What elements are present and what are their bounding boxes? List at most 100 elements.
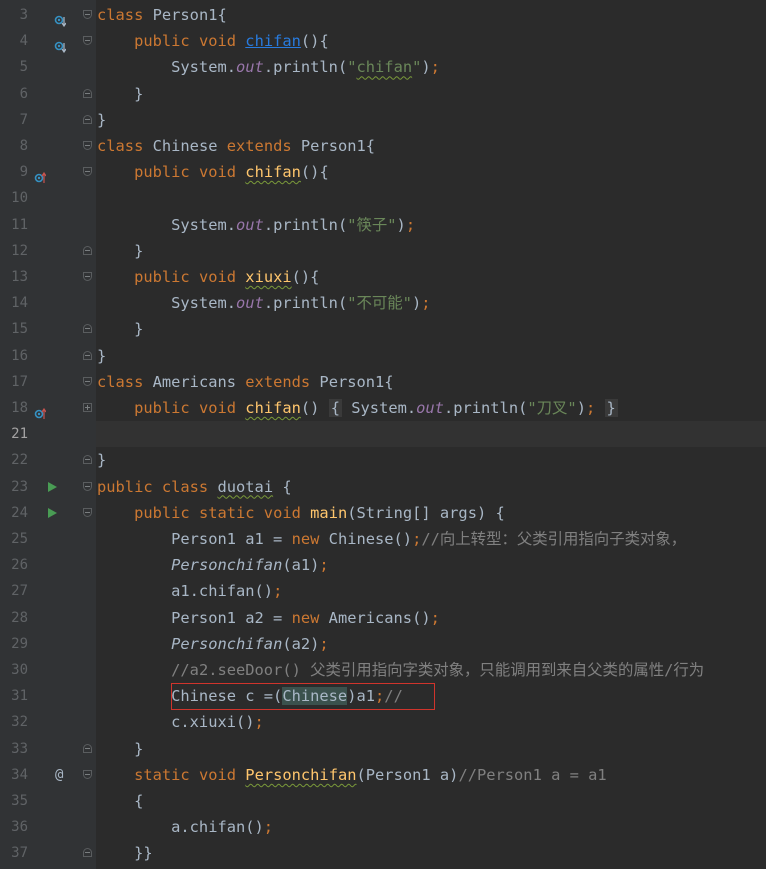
code-line[interactable]: 37 }}: [0, 840, 766, 866]
fold-icon[interactable]: [83, 10, 92, 19]
code-line[interactable]: 33 }: [0, 736, 766, 762]
code-line[interactable]: 17 class Americans extends Person1{: [0, 369, 766, 395]
fold-end-icon[interactable]: [83, 88, 92, 98]
run-icon[interactable]: [48, 481, 57, 492]
overriding-method-icon[interactable]: [34, 402, 47, 419]
fold-end-icon[interactable]: [83, 114, 92, 124]
code-area[interactable]: {: [96, 788, 766, 814]
code-line[interactable]: 30 //a2.seeDoor() 父类引用指向字类对象，只能调用到来自父类的属…: [0, 657, 766, 683]
code-line[interactable]: 6 }: [0, 81, 766, 107]
expand-fold-icon[interactable]: [83, 403, 92, 412]
code-line[interactable]: 22}: [0, 447, 766, 473]
code-area[interactable]: public class duotai {: [96, 474, 766, 500]
code-area[interactable]: [96, 185, 766, 211]
line-number: 10: [11, 190, 28, 207]
code-line[interactable]: 4 public void chifan(){: [0, 28, 766, 54]
line-number: 34: [11, 766, 28, 783]
code-area[interactable]: Personchifan(a1);: [96, 552, 766, 578]
code-area[interactable]: a1.chifan();: [96, 578, 766, 604]
fold-icon[interactable]: [83, 36, 92, 46]
code-line[interactable]: 25 Person1 a1 = new Chinese();//向上转型：父类引…: [0, 526, 766, 552]
code-line[interactable]: 23 public class duotai {: [0, 474, 766, 500]
code-line[interactable]: 27 a1.chifan();: [0, 578, 766, 604]
code-text: //a2.seeDoor() 父类引用指向字类对象，只能调用到来自父类的属性/行…: [171, 661, 705, 679]
code-area[interactable]: class Americans extends Person1{: [96, 369, 766, 395]
overridden-method-icon[interactable]: [54, 35, 67, 54]
code-area[interactable]: class Person1{: [96, 2, 766, 28]
code-line[interactable]: 3 class Person1{: [0, 2, 766, 28]
code-area[interactable]: }: [96, 736, 766, 762]
code-area[interactable]: Person1 a1 = new Chinese();//向上转型：父类引用指向…: [96, 526, 766, 552]
code-area[interactable]: static void Personchifan(Person1 a)//Per…: [96, 762, 766, 788]
code-area[interactable]: }}: [96, 840, 766, 866]
fold-end-icon[interactable]: [83, 350, 92, 360]
code-area[interactable]: Personchifan(a2);: [96, 631, 766, 657]
code-line[interactable]: 24 public static void main(String[] args…: [0, 500, 766, 526]
code-line[interactable]: 9 public void chifan(){: [0, 159, 766, 185]
overridden-method-icon[interactable]: [54, 9, 67, 28]
code-area[interactable]: public void xiuxi(){: [96, 264, 766, 290]
code-line[interactable]: 16}: [0, 343, 766, 369]
fold-icon[interactable]: [83, 769, 92, 779]
code-area[interactable]: System.out.println("筷子");: [96, 212, 766, 238]
overriding-method-icon[interactable]: [34, 166, 47, 184]
code-area[interactable]: public void chifan(){: [96, 159, 766, 185]
annotation-icon[interactable]: @: [55, 762, 63, 788]
code-line[interactable]: 14 System.out.println("不可能");: [0, 290, 766, 316]
fold-icon[interactable]: [83, 481, 92, 491]
code-area[interactable]: }: [96, 447, 766, 473]
code-line[interactable]: 29 Personchifan(a2);: [0, 631, 766, 657]
fold-end-icon[interactable]: [83, 245, 92, 255]
code-line[interactable]: 12 }: [0, 238, 766, 264]
code-area[interactable]: [96, 421, 766, 448]
fold-end-icon[interactable]: [83, 848, 92, 858]
code-line[interactable]: 34 @ static void Personchifan(Person1 a)/…: [0, 762, 766, 788]
code-area[interactable]: Chinese c =(Chinese)a1;//: [96, 683, 766, 709]
code-line[interactable]: 8 class Chinese extends Person1{: [0, 133, 766, 159]
code-line[interactable]: 32 c.xiuxi();: [0, 709, 766, 735]
fold-icon[interactable]: [83, 272, 92, 281]
code-editor[interactable]: 3 class Person1{4 public void chifan(){5 …: [0, 0, 766, 869]
fold-end-icon[interactable]: [83, 743, 92, 753]
code-line[interactable]: 26 Personchifan(a1);: [0, 552, 766, 578]
code-area[interactable]: //a2.seeDoor() 父类引用指向字类对象，只能调用到来自父类的属性/行…: [96, 657, 766, 683]
line-number: 16: [11, 347, 28, 364]
fold-end-icon[interactable]: [83, 324, 92, 334]
code-line[interactable]: 15 }: [0, 316, 766, 342]
code-line[interactable]: 21: [0, 421, 766, 448]
fold-end-icon[interactable]: [83, 455, 92, 465]
code-line[interactable]: 5 System.out.println("chifan");: [0, 54, 766, 80]
code-area[interactable]: System.out.println("chifan");: [96, 54, 766, 80]
code-line[interactable]: 7}: [0, 107, 766, 133]
code-area[interactable]: }: [96, 343, 766, 369]
code-area[interactable]: }: [96, 107, 766, 133]
line-number: 28: [11, 609, 28, 626]
line-number: 36: [11, 819, 28, 836]
code-line[interactable]: 11 System.out.println("筷子");: [0, 212, 766, 238]
code-area[interactable]: a.chifan();: [96, 814, 766, 840]
code-area[interactable]: }: [96, 316, 766, 342]
code-area[interactable]: }: [96, 238, 766, 264]
code-area[interactable]: class Chinese extends Person1{: [96, 133, 766, 159]
code-line[interactable]: 13 public void xiuxi(){: [0, 264, 766, 290]
fold-icon[interactable]: [83, 507, 92, 517]
run-icon[interactable]: [48, 507, 57, 518]
code-area[interactable]: Person1 a2 = new Americans();: [96, 605, 766, 631]
code-line[interactable]: 28 Person1 a2 = new Americans();: [0, 605, 766, 631]
code-text: static void Personchifan(Person1 a)//Per…: [134, 765, 607, 784]
code-area[interactable]: public void chifan() { System.out.printl…: [96, 395, 766, 421]
code-area[interactable]: }: [96, 81, 766, 107]
code-area[interactable]: System.out.println("不可能");: [96, 290, 766, 316]
code-area[interactable]: public static void main(String[] args) {: [96, 500, 766, 526]
fold-icon[interactable]: [83, 141, 92, 150]
code-line[interactable]: 18 public void chifan() { System.out.pri…: [0, 395, 766, 421]
code-line[interactable]: 36 a.chifan();: [0, 814, 766, 840]
code-area[interactable]: public void chifan(){: [96, 28, 766, 54]
code-line[interactable]: 31 Chinese c =(Chinese)a1;//: [0, 683, 766, 709]
fold-icon[interactable]: [83, 376, 92, 386]
code-area[interactable]: c.xiuxi();: [96, 709, 766, 735]
code-line[interactable]: 10: [0, 185, 766, 211]
fold-icon[interactable]: [83, 167, 92, 177]
code-text: class Americans extends Person1{: [97, 372, 394, 391]
code-line[interactable]: 35 {: [0, 788, 766, 814]
